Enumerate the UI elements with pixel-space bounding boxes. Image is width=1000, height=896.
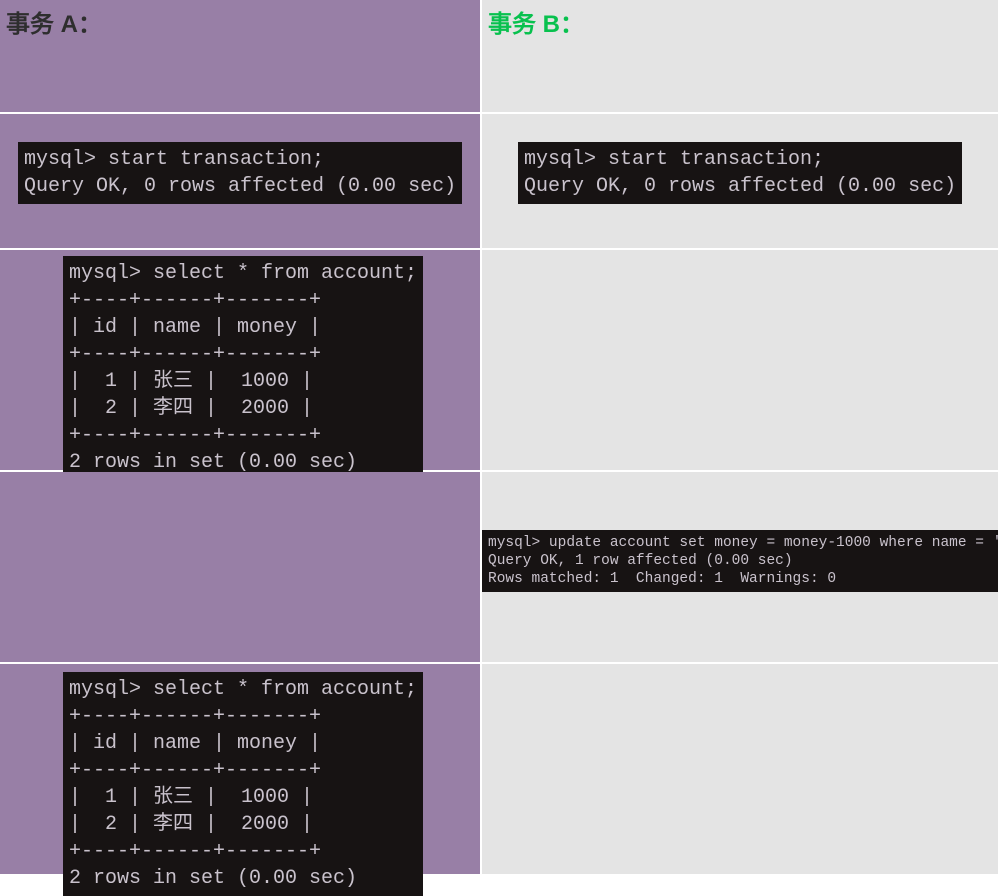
comparison-grid: 事务 A： 事务 B： mysql> start transaction; Qu…: [0, 0, 1000, 876]
cell-r4-a: [0, 472, 482, 664]
terminal-select-a-1: mysql> select * from account; +----+----…: [63, 256, 423, 480]
header-a: 事务 A：: [0, 0, 480, 43]
header-cell-a: 事务 A：: [0, 0, 482, 114]
terminal-start-tx-b: mysql> start transaction; Query OK, 0 ro…: [518, 142, 962, 204]
cell-r5-b: [482, 664, 1000, 876]
cell-r3-b: [482, 250, 1000, 472]
header-b: 事务 B：: [482, 0, 998, 43]
terminal-update-b: mysql> update account set money = money-…: [482, 530, 998, 592]
terminal-start-tx-a: mysql> start transaction; Query OK, 0 ro…: [18, 142, 462, 204]
cell-r5-a: mysql> select * from account; +----+----…: [0, 664, 482, 876]
cell-r3-a: mysql> select * from account; +----+----…: [0, 250, 482, 472]
cell-r2-b: mysql> start transaction; Query OK, 0 ro…: [482, 114, 1000, 250]
cell-r2-a: mysql> start transaction; Query OK, 0 ro…: [0, 114, 482, 250]
cell-r4-b: mysql> update account set money = money-…: [482, 472, 1000, 664]
terminal-select-a-2: mysql> select * from account; +----+----…: [63, 672, 423, 896]
header-cell-b: 事务 B：: [482, 0, 1000, 114]
